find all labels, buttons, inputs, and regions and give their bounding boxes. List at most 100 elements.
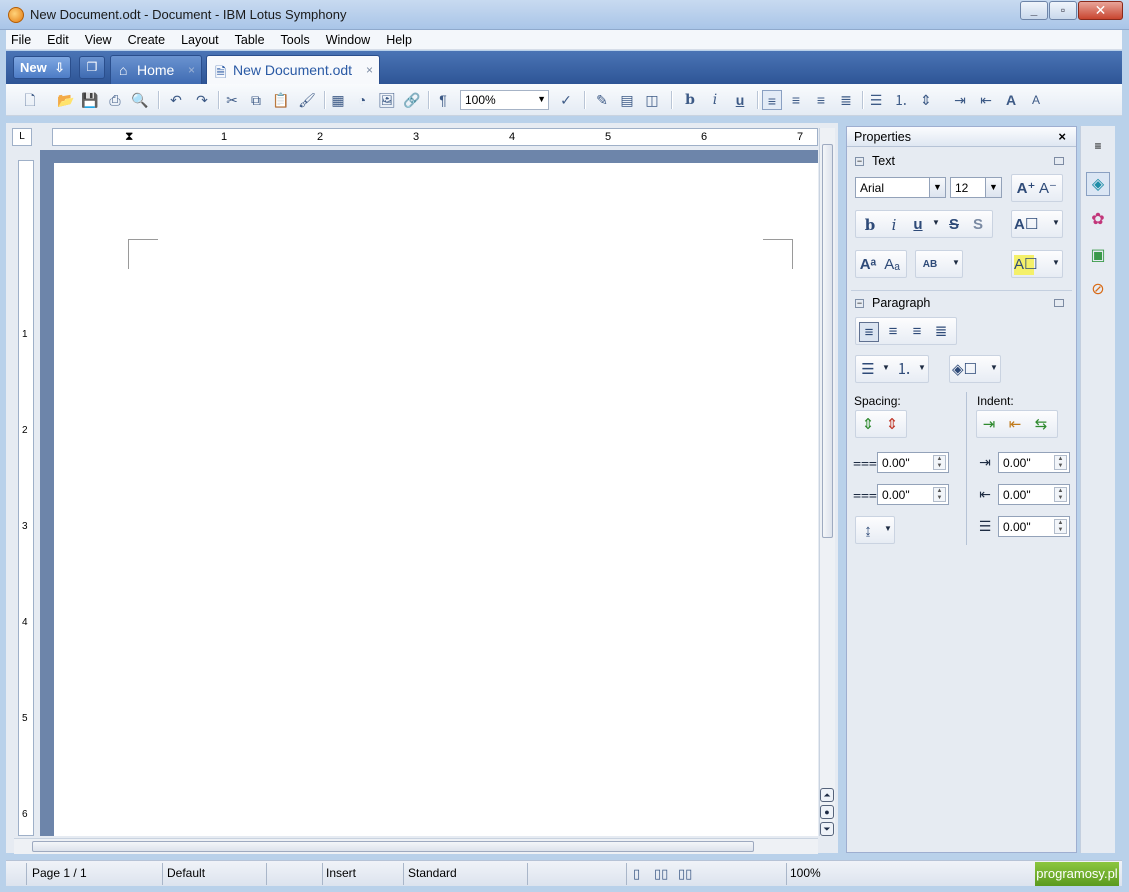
vertical-scroll-thumb[interactable] [822,144,833,538]
frame-icon[interactable]: ◫ [642,90,662,110]
subscript-icon[interactable]: Aₐ [882,255,902,275]
spacing-above-field[interactable]: 0.00" ▲ ▼ [877,452,949,473]
text-section-title[interactable]: − Text [855,154,895,168]
save-icon[interactable]: 💾 [80,90,100,110]
decrease-indent-icon[interactable]: ⇤ [976,90,996,110]
bullets-icon[interactable]: ☰ [866,90,886,110]
decrease-spacing-icon[interactable]: ⇕ [882,415,902,435]
hanging-indent-icon[interactable]: ⇆ [1031,415,1051,435]
chevron-down-icon[interactable]: ▼ [882,363,890,372]
selection-mode[interactable]: Standard [408,866,457,880]
grow-font-icon[interactable]: A⁺ [1016,179,1036,199]
navigator-tab-icon[interactable]: ⊘ [1086,278,1110,302]
shrink-font-icon[interactable]: A⁻ [1038,179,1058,199]
horizontal-scroll-thumb[interactable] [32,841,754,852]
numbering-icon[interactable]: ⒈ [894,360,914,380]
close-window-button[interactable]: ✕ [1078,1,1123,20]
font-size-combobox[interactable]: 12 ▼ [950,177,1002,198]
cut-icon[interactable]: ✂ [222,90,242,110]
italic-icon[interactable]: i [884,215,904,235]
copy-icon[interactable]: ⧉ [246,90,266,110]
numbering-icon[interactable]: ⒈ [891,90,911,110]
multi-page-view-icon[interactable]: ▯▯ [654,866,668,882]
menu-view[interactable]: View [84,33,113,47]
background-color-icon[interactable]: ◈☐ [952,360,977,380]
superscript-icon[interactable]: Aᵃ [858,255,878,275]
indent-after-field[interactable]: 0.00" ▲ ▼ [998,484,1070,505]
chevron-down-icon[interactable]: ▼ [929,178,945,197]
chevron-down-icon[interactable]: ▼ [985,178,1001,197]
line-spacing-icon[interactable]: ↨ [858,521,878,541]
vertical-ruler[interactable]: 1 2 3 4 5 6 [18,160,34,836]
book-view-icon[interactable]: ▯▯ [678,866,692,882]
line-spacing-icon[interactable]: ⇕ [916,90,936,110]
collapse-icon[interactable]: − [855,299,864,308]
align-right-icon[interactable]: ≡ [811,90,831,110]
hyperlink-icon[interactable]: 🔗 [402,90,422,110]
bullets-icon[interactable]: ☰ [858,360,878,380]
single-page-view-icon[interactable]: ▯ [633,866,640,882]
paragraph-section-title[interactable]: − Paragraph [855,296,930,310]
insert-object-icon[interactable]: ▤ [617,90,637,110]
spacing-below-field[interactable]: 0.00" ▲ ▼ [877,484,949,505]
gallery-tab-icon[interactable]: ▣ [1086,244,1110,268]
tab-stop-selector[interactable]: L [12,128,32,146]
paste-icon[interactable]: 📋 [271,90,291,110]
new-button[interactable]: New ⇩ [13,56,71,79]
menu-help[interactable]: Help [385,33,413,47]
justify-icon[interactable]: ≣ [931,322,951,342]
spin-arrows-icon[interactable]: ▲ ▼ [1054,487,1067,502]
chevron-down-icon[interactable]: ▼ [1052,218,1060,227]
menu-table[interactable]: Table [234,33,266,47]
next-page-icon[interactable]: ⏷ [820,822,834,836]
shadow-icon[interactable]: S [968,215,988,235]
chevron-down-icon[interactable]: ▼ [990,363,998,372]
font-name-combobox[interactable]: Arial ▼ [855,177,946,198]
open-folder-icon[interactable]: 📂 [56,90,76,110]
decrease-indent-icon[interactable]: ⇤ [1005,415,1025,435]
spin-arrows-icon[interactable]: ▲ ▼ [933,455,946,470]
maximize-button[interactable]: ▫ [1049,1,1077,20]
insert-chart-icon[interactable]: ◔ [352,90,372,110]
justify-icon[interactable]: ≣ [836,90,856,110]
chevron-down-icon[interactable]: ▼ [918,363,926,372]
bold-icon[interactable]: b [680,90,700,110]
menu-create[interactable]: Create [127,33,167,47]
italic-icon[interactable]: i [705,90,725,110]
new-document-icon[interactable]: 🗋 [20,90,40,110]
insert-field-icon[interactable]: ✎ [592,90,612,110]
spin-arrows-icon[interactable]: ▲ ▼ [1054,519,1067,534]
chevron-down-icon[interactable]: ▼ [932,218,940,227]
vertical-scrollbar[interactable] [819,128,835,836]
spin-arrows-icon[interactable]: ▲ ▼ [933,487,946,502]
menu-window[interactable]: Window [325,33,371,47]
page-count[interactable]: Page 1 / 1 [32,866,87,880]
formatting-marks-icon[interactable]: ¶ [433,90,453,110]
insert-table-icon[interactable]: ▦ [328,90,348,110]
previous-page-icon[interactable]: ⏶ [820,788,834,802]
symphony-app-icon[interactable] [8,7,24,23]
bold-icon[interactable]: b [860,215,880,235]
indent-marker-icon[interactable]: ⧗ [125,129,133,144]
chevron-down-icon[interactable]: ▼ [952,258,960,267]
first-line-indent-field[interactable]: 0.00" ▲ ▼ [998,516,1070,537]
align-center-icon[interactable]: ≡ [883,322,903,342]
page-style[interactable]: Default [167,866,205,880]
menu-layout[interactable]: Layout [180,33,220,47]
font-color-icon[interactable]: A☐ [1014,215,1038,235]
zoom-level[interactable]: 100% [790,866,821,880]
align-right-icon[interactable]: ≡ [907,322,927,342]
tab-new-document[interactable]: 🗎 New Document.odt × [206,55,380,84]
character-spacing-icon[interactable]: AB [920,255,940,275]
redo-icon[interactable]: ↷ [192,90,212,110]
menu-file[interactable]: File [10,33,32,47]
underline-icon[interactable]: u [730,90,750,110]
sidebar-close-icon[interactable]: × [1058,129,1066,144]
increase-spacing-icon[interactable]: ⇕ [858,415,878,435]
insert-image-icon[interactable]: 🖼 [377,90,397,110]
grow-font-icon[interactable]: A [1001,90,1021,110]
print-preview-icon[interactable]: 🔍 [130,90,150,110]
sidebar-menu-icon[interactable]: ≡ [1086,134,1110,158]
minimize-button[interactable]: _ [1020,1,1048,20]
horizontal-scrollbar[interactable] [14,838,818,854]
